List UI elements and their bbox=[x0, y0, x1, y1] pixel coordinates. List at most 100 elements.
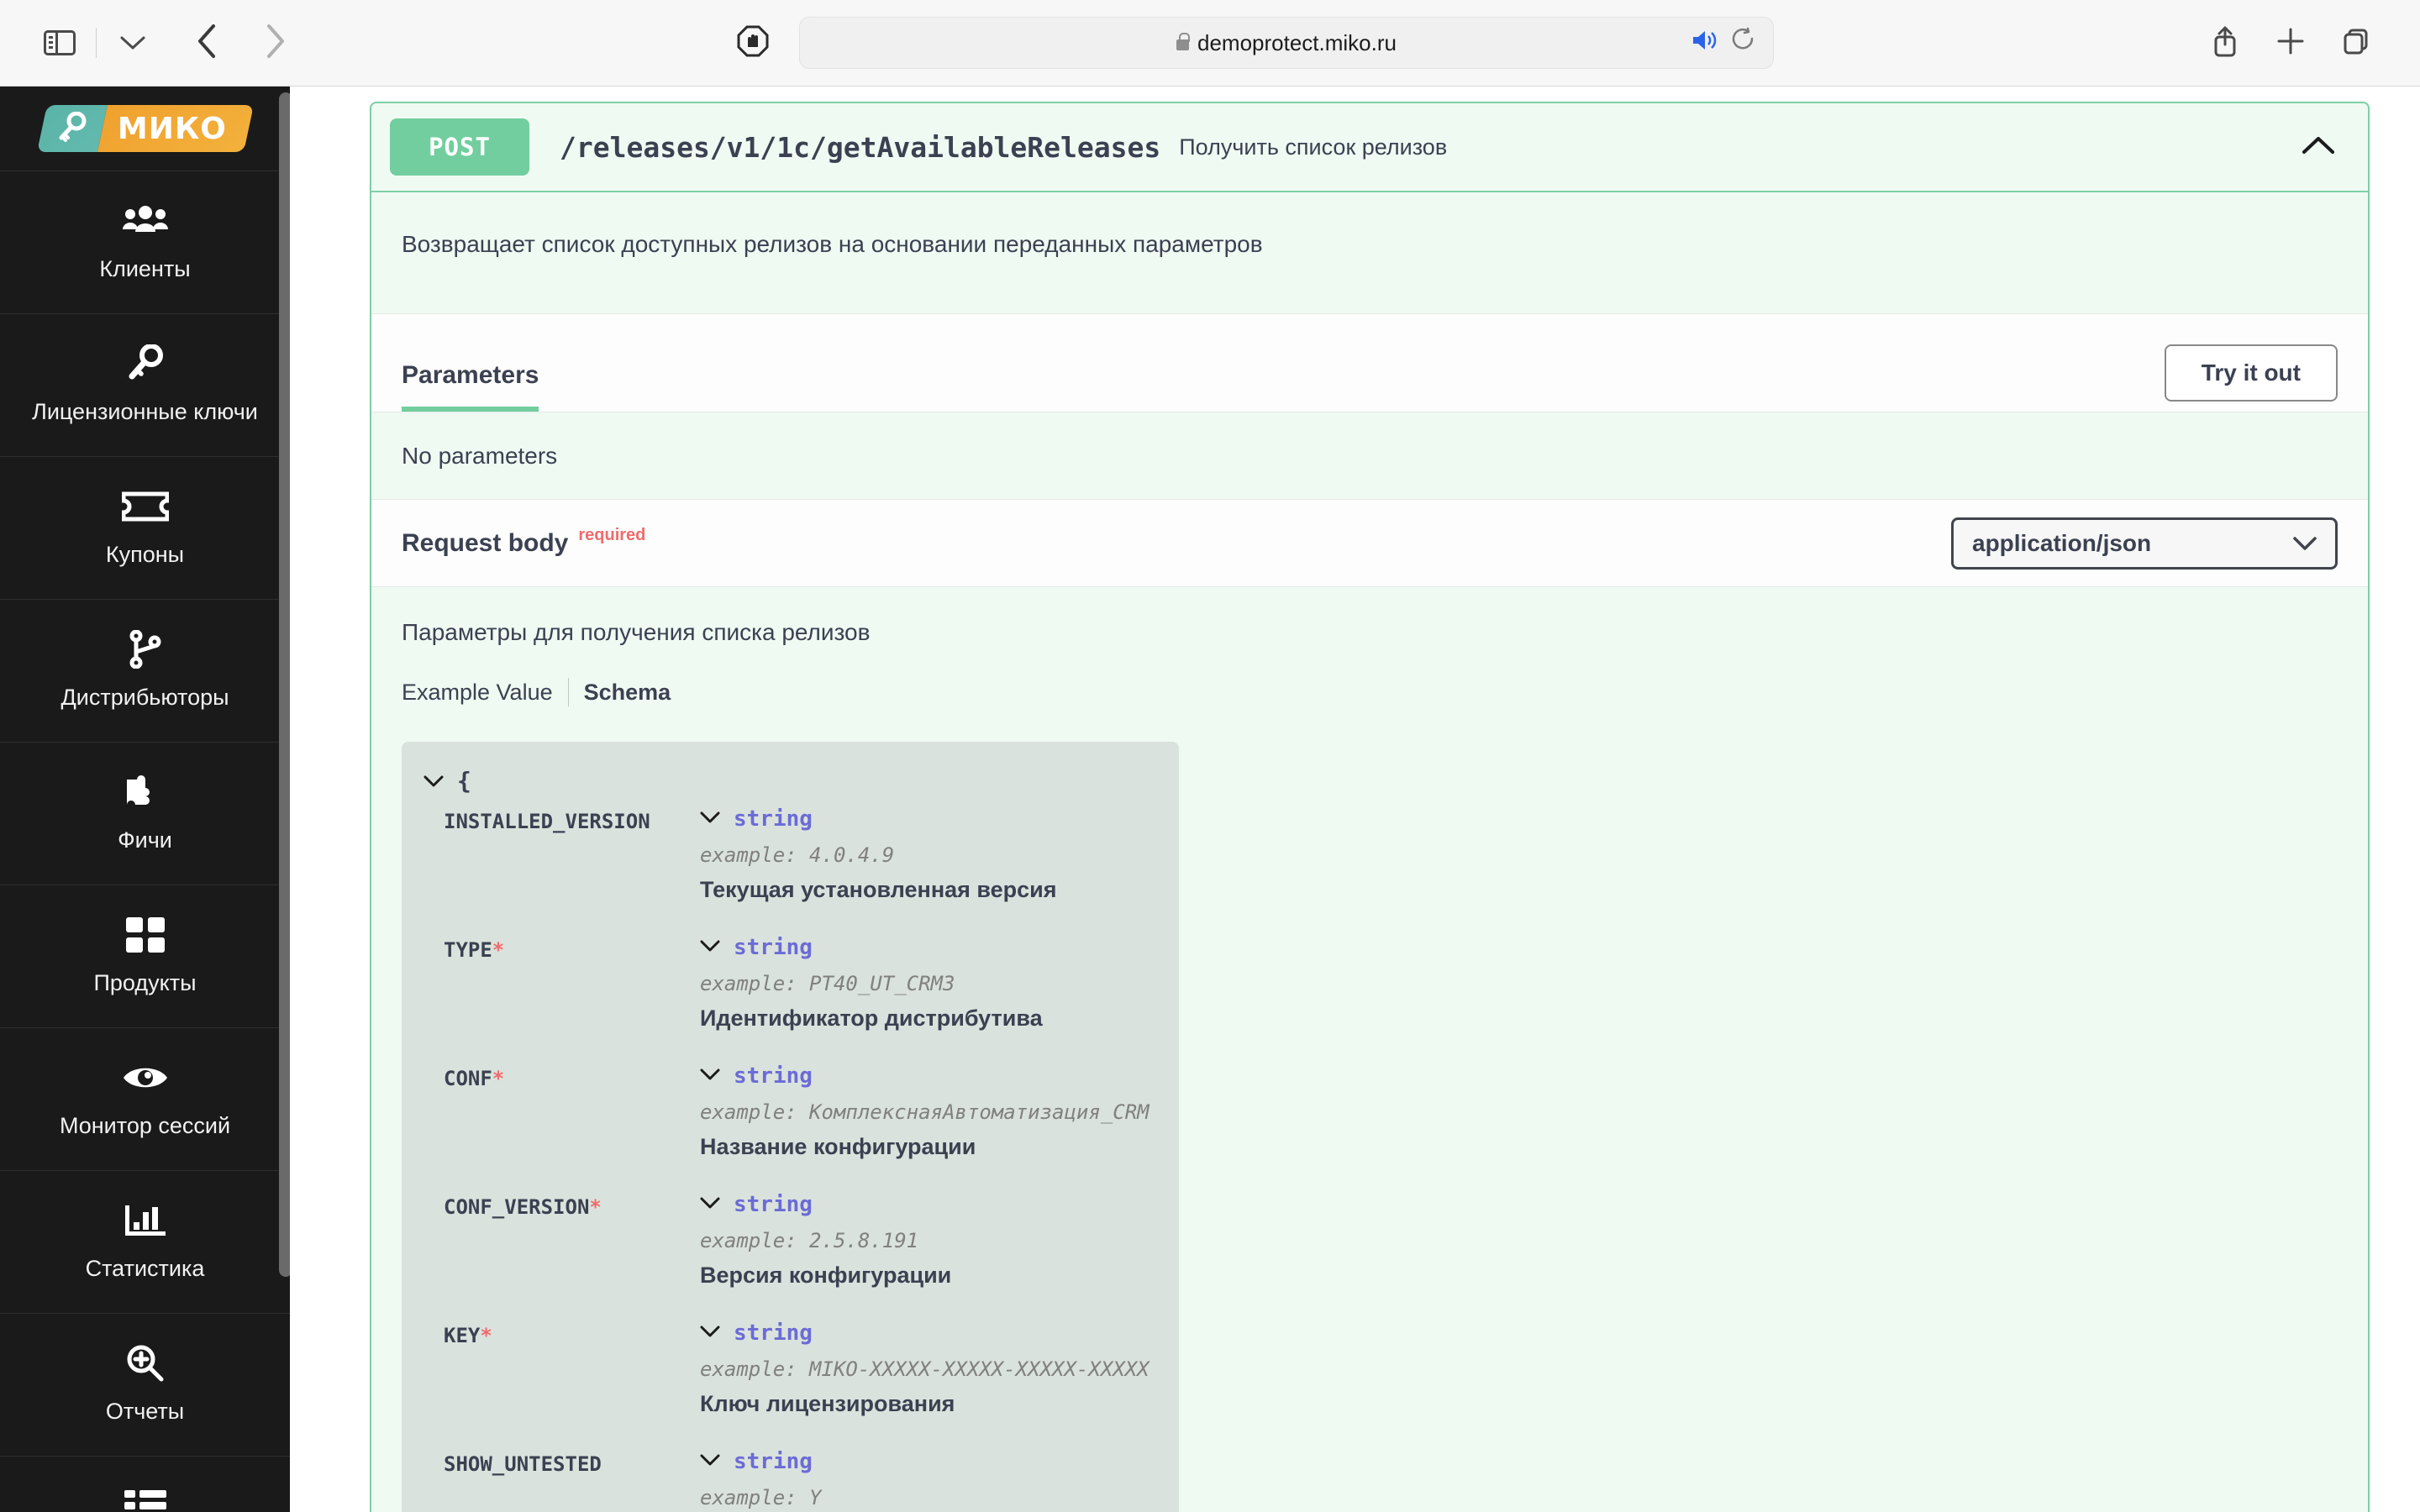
chevron-down-icon[interactable] bbox=[700, 1196, 720, 1214]
address-bar-actions bbox=[1691, 18, 1756, 68]
property-type-row[interactable]: string bbox=[700, 1320, 1154, 1346]
sidebar-item-coupons[interactable]: Купоны bbox=[0, 456, 290, 599]
sidebar-item-session-monitor[interactable]: Монитор сессий bbox=[0, 1027, 290, 1170]
tab-switcher-button[interactable] bbox=[2330, 17, 2382, 69]
schema-root-row[interactable]: { bbox=[424, 767, 1154, 795]
tab-divider bbox=[567, 678, 569, 706]
bar-chart-icon bbox=[124, 1201, 166, 1240]
forward-button[interactable] bbox=[250, 17, 302, 69]
sidebar-item-clients[interactable]: Клиенты bbox=[0, 171, 290, 313]
new-tab-button[interactable] bbox=[2265, 17, 2317, 69]
reload-icon[interactable] bbox=[1731, 27, 1756, 60]
chevron-down-icon bbox=[120, 35, 145, 50]
sidebar-item-statistics[interactable]: Статистика bbox=[0, 1170, 290, 1313]
ticket-icon bbox=[121, 487, 169, 526]
property-name-text: TYPE bbox=[444, 938, 492, 962]
property-type: string bbox=[734, 1320, 813, 1346]
schema-property: CONF_VERSION* string example: 2.5.8.191 … bbox=[424, 1192, 1154, 1289]
content-blocker-button[interactable] bbox=[727, 17, 779, 69]
schema-property: SHOW_UNTESTED string example: Y bbox=[424, 1449, 1154, 1512]
chevron-down-icon[interactable] bbox=[700, 1068, 720, 1085]
request-body-row: Request body required application/json bbox=[371, 499, 2368, 586]
http-method-badge: POST bbox=[390, 118, 529, 176]
sidebar-item-label: Статистика bbox=[85, 1255, 205, 1281]
property-type-row[interactable]: string bbox=[700, 1063, 1154, 1089]
property-type: string bbox=[734, 1449, 813, 1474]
sidebar-item-features[interactable]: Фичи bbox=[0, 742, 290, 885]
sidebar-item-label: Монитор сессий bbox=[59, 1112, 231, 1138]
property-type-row[interactable]: string bbox=[700, 1449, 1154, 1474]
operation-summary[interactable]: POST /releases/v1/1c/getAvailableRelease… bbox=[371, 103, 2368, 192]
schema-property: KEY* string example: MIKO-XXXXX-XXXXX-XX… bbox=[424, 1320, 1154, 1417]
sidebar-item-metrics-analysis[interactable]: Анализ метрик bbox=[0, 1456, 290, 1512]
property-type: string bbox=[734, 1192, 813, 1217]
property-type: string bbox=[734, 1063, 813, 1089]
property-name-text: CONF bbox=[444, 1067, 492, 1090]
request-body-label: Request body bbox=[402, 528, 569, 557]
sidebar-item-label: Продукты bbox=[93, 969, 197, 995]
operation-block: POST /releases/v1/1c/getAvailableRelease… bbox=[370, 102, 2370, 1512]
sidebar-item-license-keys[interactable]: Лицензионные ключи bbox=[0, 313, 290, 456]
share-button[interactable] bbox=[2199, 17, 2251, 69]
operation-path: /releases/v1/1c/getAvailableReleases bbox=[560, 130, 1161, 164]
required-star: * bbox=[480, 1324, 492, 1347]
tab-overview-button[interactable] bbox=[107, 17, 159, 69]
property-type: string bbox=[734, 935, 813, 960]
brand-logo[interactable]: МИКО bbox=[0, 87, 290, 171]
property-title: Ключ лицензирования bbox=[700, 1391, 955, 1416]
eye-icon bbox=[122, 1058, 169, 1097]
operation-summary-text: Получить список релизов bbox=[1179, 134, 1448, 160]
property-type: string bbox=[734, 806, 813, 832]
property-name: KEY* bbox=[444, 1320, 700, 1417]
required-star: * bbox=[589, 1195, 602, 1219]
chevron-down-icon[interactable] bbox=[700, 939, 720, 957]
schema-property: INSTALLED_VERSION string example: 4.0.4.… bbox=[424, 806, 1154, 903]
sidebar-toggle-button[interactable] bbox=[34, 17, 86, 69]
users-icon bbox=[122, 202, 168, 240]
property-example: example: PT40_UT_CRM3 bbox=[700, 972, 955, 995]
magnifier-plus-icon bbox=[126, 1344, 165, 1383]
property-name-text: SHOW_UNTESTED bbox=[444, 1452, 602, 1476]
example-schema-tabs: Example Value Schema bbox=[402, 678, 2338, 706]
property-example: example: Y bbox=[700, 1486, 822, 1509]
property-type-row[interactable]: string bbox=[700, 806, 1154, 832]
chevron-down-icon[interactable] bbox=[700, 1453, 720, 1471]
required-flag: required bbox=[578, 525, 646, 544]
content-type-select[interactable]: application/json bbox=[1951, 517, 2338, 570]
chevron-down-icon[interactable] bbox=[700, 1325, 720, 1342]
property-title: Текущая установленная версия bbox=[700, 877, 1057, 902]
request-body-content: Параметры для получения списка релизов E… bbox=[371, 586, 2368, 1512]
puzzle-icon bbox=[124, 773, 167, 811]
required-star: * bbox=[492, 1067, 505, 1090]
back-button[interactable] bbox=[181, 17, 233, 69]
content-blocker-icon bbox=[737, 25, 769, 61]
key-logo-icon bbox=[36, 105, 108, 152]
sidebar-item-reports[interactable]: Отчеты bbox=[0, 1313, 290, 1456]
tab-example-value[interactable]: Example Value bbox=[402, 680, 568, 706]
property-name: SHOW_UNTESTED bbox=[444, 1449, 700, 1512]
property-type-row[interactable]: string bbox=[700, 935, 1154, 960]
sidebar-item-products[interactable]: Продукты bbox=[0, 885, 290, 1027]
property-name: TYPE* bbox=[444, 935, 700, 1032]
git-branch-icon bbox=[127, 629, 164, 669]
main-content: POST /releases/v1/1c/getAvailableRelease… bbox=[290, 87, 2420, 1512]
sidebar-item-label: Фичи bbox=[118, 827, 172, 853]
operation-collapse-button[interactable] bbox=[2299, 128, 2338, 166]
request-body-heading: Request body required bbox=[402, 525, 646, 558]
toolbar-divider bbox=[96, 28, 97, 58]
content-type-value: application/json bbox=[1972, 529, 2152, 556]
property-title: Версия конфигурации bbox=[700, 1263, 952, 1288]
sidebar-item-distributors[interactable]: Дистрибьюторы bbox=[0, 599, 290, 742]
address-bar[interactable]: demoprotect.miko.ru bbox=[799, 17, 1774, 69]
chevron-down-icon[interactable] bbox=[700, 811, 720, 828]
try-it-out-button[interactable]: Try it out bbox=[2164, 344, 2338, 402]
tab-schema[interactable]: Schema bbox=[584, 680, 687, 706]
request-body-hint: Параметры для получения списка релизов bbox=[402, 619, 871, 645]
browser-toolbar: demoprotect.miko.ru bbox=[0, 0, 2420, 87]
speaker-icon[interactable] bbox=[1691, 28, 1719, 59]
chevron-down-icon[interactable] bbox=[424, 774, 444, 788]
parameters-section: Parameters Try it out bbox=[371, 313, 2368, 412]
sidebar-item-label: Отчеты bbox=[105, 1398, 185, 1424]
property-type-row[interactable]: string bbox=[700, 1192, 1154, 1217]
parameters-heading: Parameters bbox=[402, 361, 539, 412]
